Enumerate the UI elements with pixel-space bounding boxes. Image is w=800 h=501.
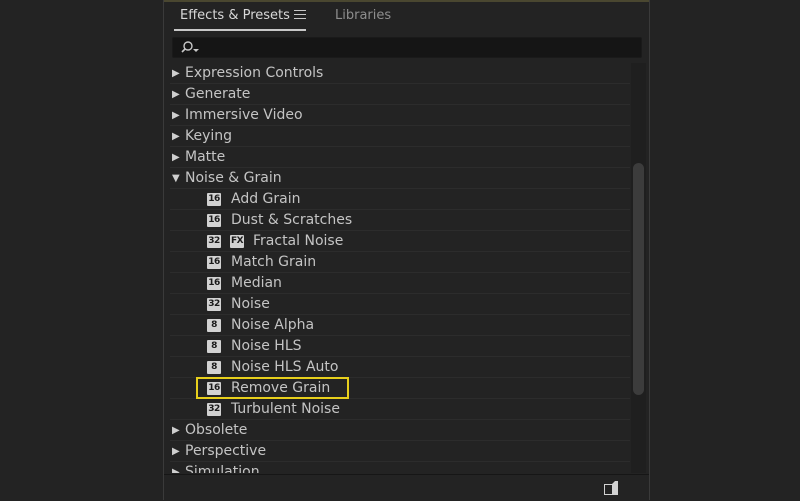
category-row[interactable]: ▶ Matte <box>164 147 630 168</box>
bit-depth-badge-icon: 16 <box>207 277 221 290</box>
effect-row[interactable]: 8 Noise HLS <box>164 336 630 357</box>
category-label: Keying <box>185 128 233 144</box>
effect-label: Match Grain <box>231 254 317 270</box>
effect-label: Noise HLS <box>231 338 302 354</box>
disclosure-collapsed-icon[interactable]: ▶ <box>172 420 184 441</box>
effect-row[interactable]: 16 Dust & Scratches <box>164 210 630 231</box>
category-label: Matte <box>185 149 226 165</box>
disclosure-collapsed-icon[interactable]: ▶ <box>172 462 184 473</box>
search-input[interactable] <box>203 38 637 59</box>
effect-row[interactable]: 32 Turbulent Noise <box>164 399 630 420</box>
effect-label: Median <box>231 275 282 291</box>
effect-label: Remove Grain <box>231 380 331 396</box>
disclosure-collapsed-icon[interactable]: ▶ <box>172 63 184 84</box>
tab-libraries[interactable]: Libraries <box>335 8 391 24</box>
scrollbar-thumb[interactable] <box>633 163 644 395</box>
effect-row[interactable]: 32 Noise <box>164 294 630 315</box>
effect-row[interactable]: 16 Median <box>164 273 630 294</box>
category-row[interactable]: ▶ Obsolete <box>164 420 630 441</box>
panel-tab-bar: Effects & Presets Libraries <box>164 2 649 34</box>
effect-label: Turbulent Noise <box>231 401 340 417</box>
disclosure-expanded-icon[interactable]: ▼ <box>172 168 184 189</box>
category-label: Expression Controls <box>185 65 324 81</box>
disclosure-collapsed-icon[interactable]: ▶ <box>172 126 184 147</box>
search-icon[interactable] <box>181 40 201 55</box>
disclosure-collapsed-icon[interactable]: ▶ <box>172 84 184 105</box>
tab-effects-presets[interactable]: Effects & Presets <box>180 8 290 24</box>
disclosure-collapsed-icon[interactable]: ▶ <box>172 441 184 462</box>
effect-row[interactable]: 16 Match Grain <box>164 252 630 273</box>
category-label: Immersive Video <box>185 107 303 123</box>
effect-row-selected[interactable]: 16 Remove Grain <box>164 378 630 399</box>
category-row[interactable]: ▼ Noise & Grain <box>164 168 630 189</box>
category-row[interactable]: ▶ Immersive Video <box>164 105 630 126</box>
effect-label: Noise <box>231 296 270 312</box>
effect-label: Noise HLS Auto <box>231 359 339 375</box>
disclosure-collapsed-icon[interactable]: ▶ <box>172 105 184 126</box>
panel-footer <box>164 474 649 501</box>
search-box[interactable] <box>172 37 642 59</box>
bit-depth-badge-icon: 16 <box>207 193 221 206</box>
category-row[interactable]: ▶ Keying <box>164 126 630 147</box>
effects-presets-panel: Effects & Presets Libraries ▶ Expression … <box>163 0 650 501</box>
category-label: Noise & Grain <box>185 170 282 186</box>
bit-depth-badge-icon: 8 <box>207 361 221 374</box>
disclosure-collapsed-icon[interactable]: ▶ <box>172 147 184 168</box>
category-label: Perspective <box>185 443 267 459</box>
effect-label: Noise Alpha <box>231 317 315 333</box>
category-row[interactable]: ▶ Simulation <box>164 462 630 473</box>
effect-label: Dust & Scratches <box>231 212 353 228</box>
bit-depth-badge-icon: 32 <box>207 235 221 248</box>
effect-label: Add Grain <box>231 191 301 207</box>
effect-row[interactable]: 8 Noise HLS Auto <box>164 357 630 378</box>
effect-row[interactable]: 16 Add Grain <box>164 189 630 210</box>
category-label: Obsolete <box>185 422 248 438</box>
effect-row[interactable]: 32 FX Fractal Noise <box>164 231 630 252</box>
bit-depth-badge-icon: 32 <box>207 298 221 311</box>
bit-depth-badge-icon: 32 <box>207 403 221 416</box>
gpu-fx-badge-icon: FX <box>230 235 244 248</box>
active-tab-indicator <box>174 29 306 31</box>
category-label: Simulation <box>185 464 260 473</box>
effect-label: Fractal Noise <box>253 233 344 249</box>
bit-depth-badge-icon: 16 <box>207 256 221 269</box>
bit-depth-badge-icon: 8 <box>207 319 221 332</box>
effect-row[interactable]: 8 Noise Alpha <box>164 315 630 336</box>
panel-menu-icon[interactable] <box>294 10 306 22</box>
bit-depth-badge-icon: 8 <box>207 340 221 353</box>
category-row[interactable]: ▶ Expression Controls <box>164 63 630 84</box>
bit-depth-badge-icon: 16 <box>207 214 221 227</box>
effects-tree: ▶ Expression Controls ▶ Generate ▶ Immersive … <box>164 63 630 473</box>
bit-depth-badge-icon: 16 <box>207 382 221 395</box>
category-label: Generate <box>185 86 251 102</box>
category-row[interactable]: ▶ Generate <box>164 84 630 105</box>
category-row[interactable]: ▶ Perspective <box>164 441 630 462</box>
new-folder-icon[interactable] <box>604 481 618 495</box>
vertical-scrollbar[interactable] <box>631 63 646 473</box>
